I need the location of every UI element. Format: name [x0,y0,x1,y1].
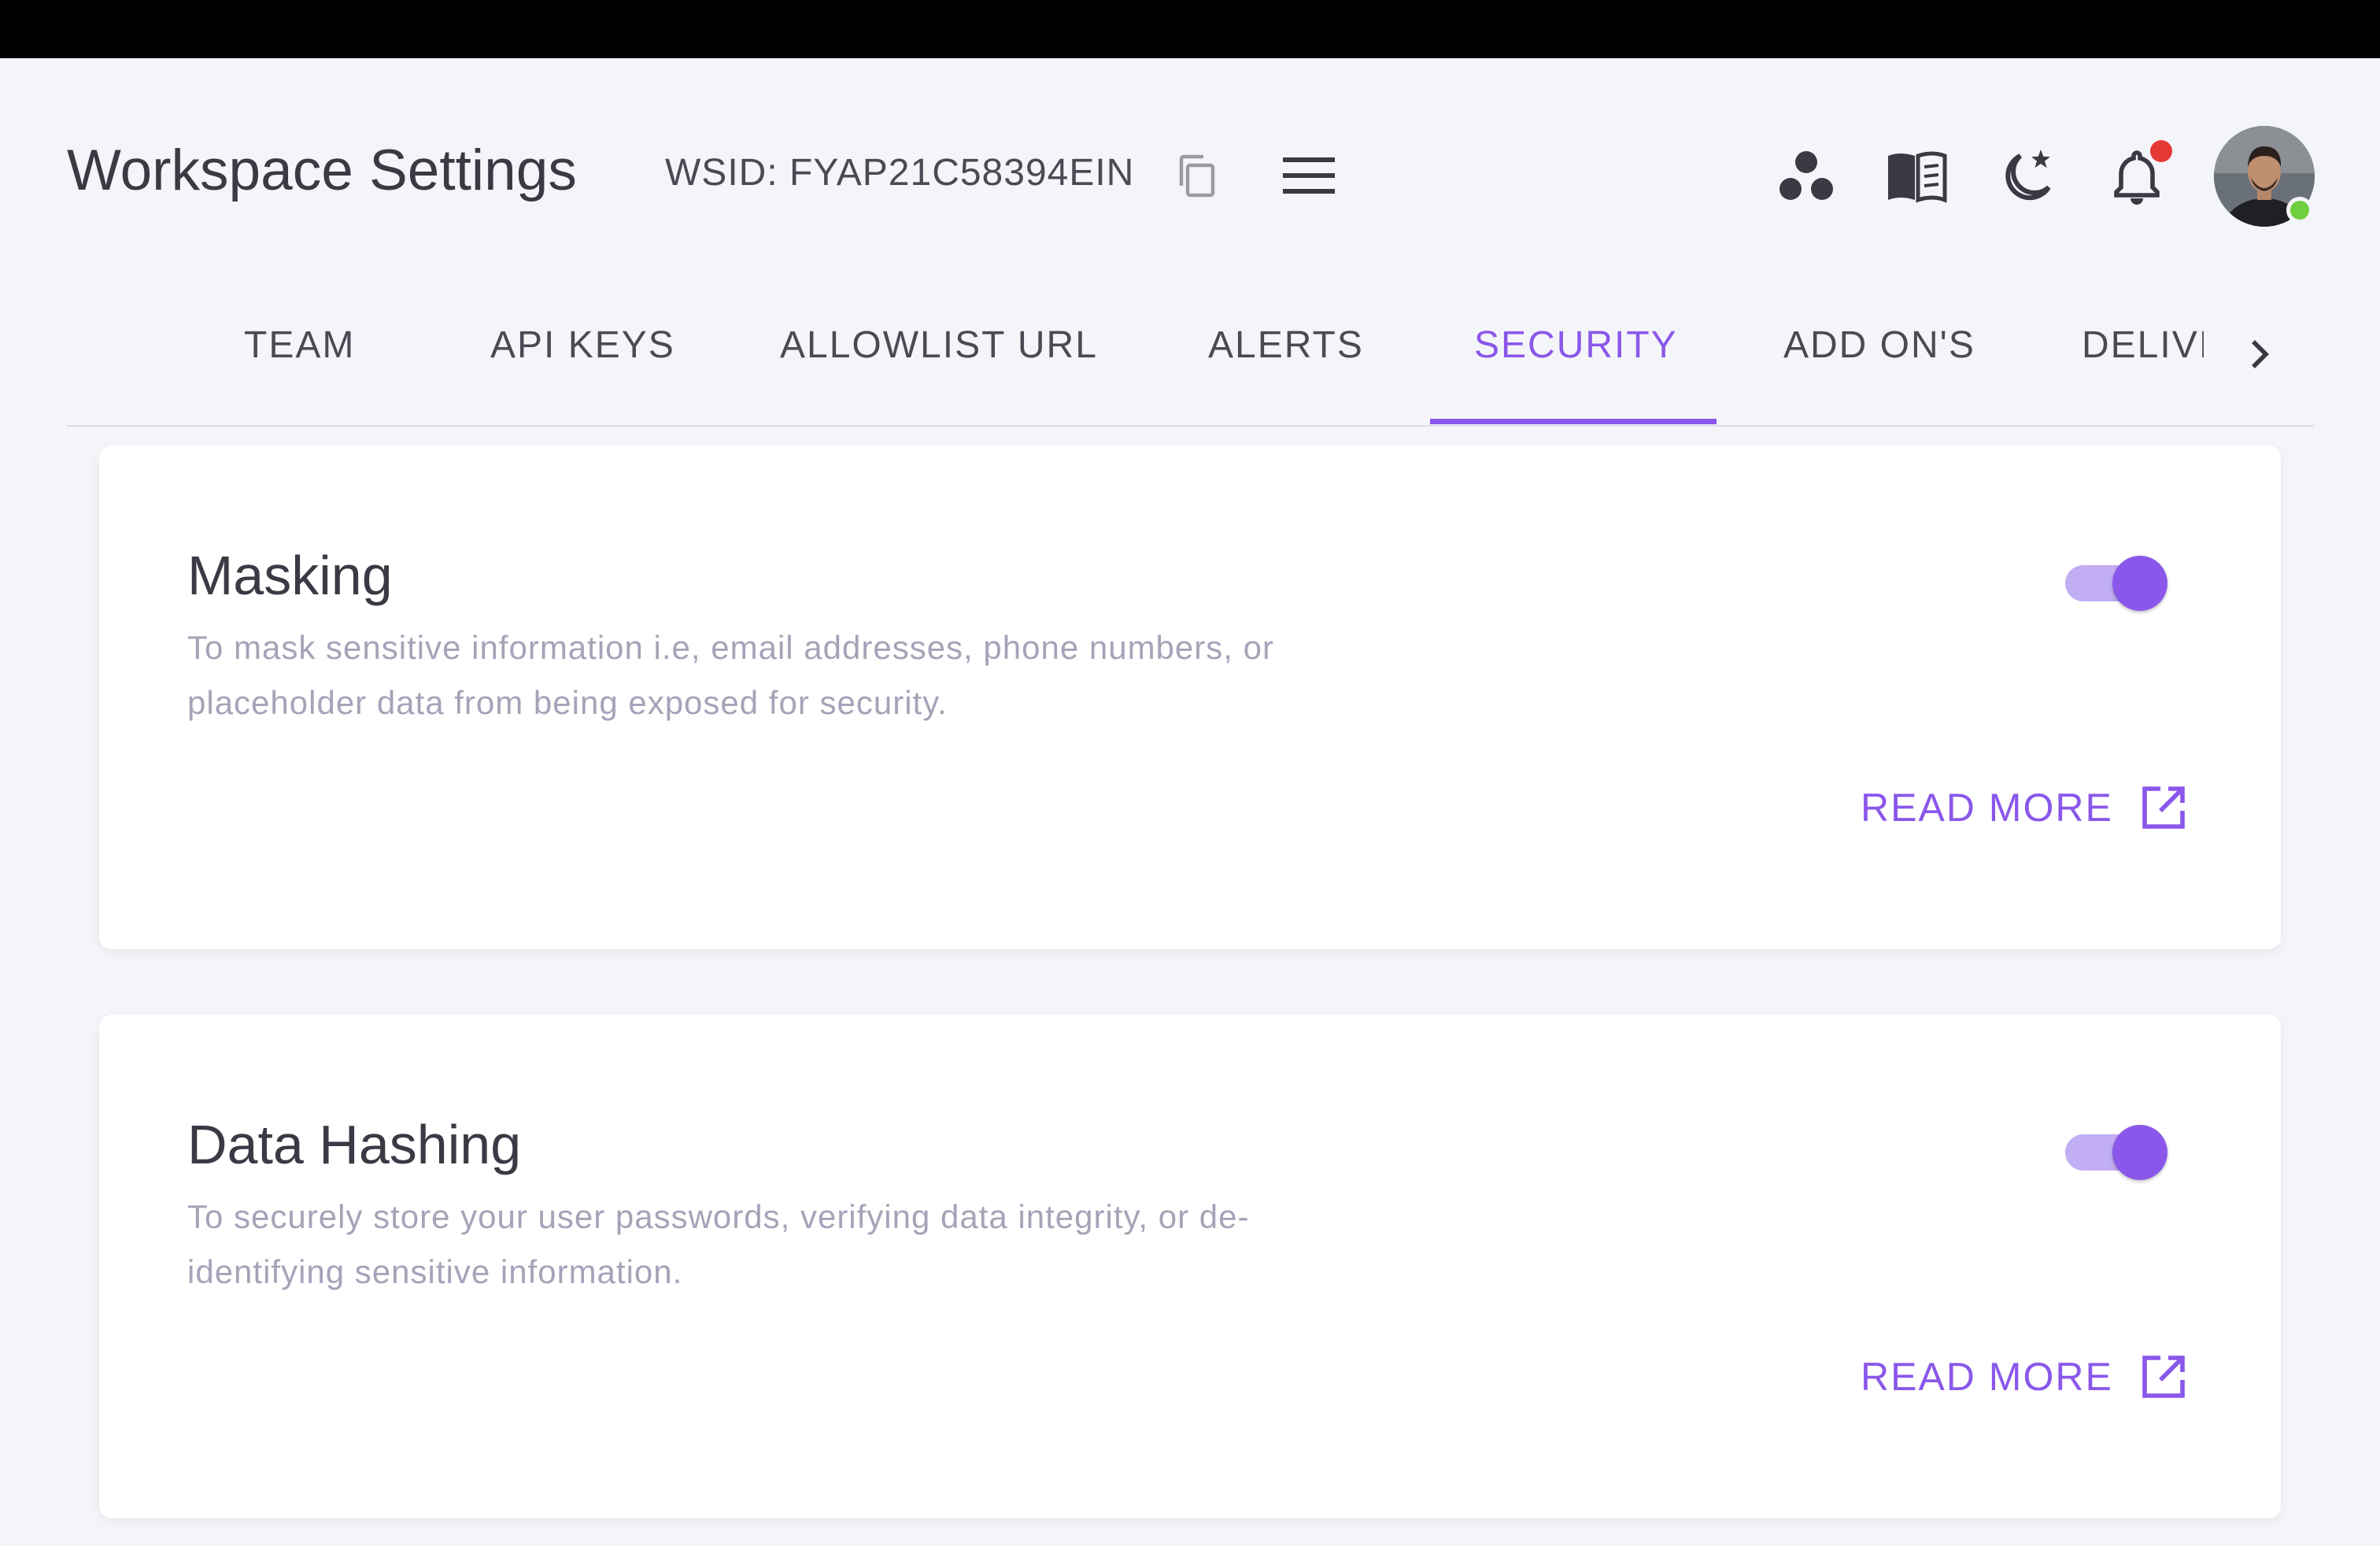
apps-dots-icon[interactable] [1775,146,1838,206]
data-hashing-card: Data Hashing To securely store your user… [99,1015,2281,1518]
read-more-label: READ MORE [1861,786,2113,830]
page-title: Workspace Settings [67,139,577,202]
window-top-bar [0,0,2380,58]
settings-tabs [67,299,2314,427]
tab-deliveries[interactable]: DELIVI [2082,327,2204,364]
masking-read-more-link[interactable]: READ MORE [1861,784,2187,831]
copy-icon[interactable] [1177,154,1218,198]
online-status-indicator [2286,197,2313,224]
read-more-label: READ MORE [1861,1355,2113,1399]
notification-badge [2150,140,2172,162]
card-title: Masking [187,545,393,606]
tab-security[interactable]: SECURITY [1474,327,1678,364]
chevron-right-icon[interactable] [2239,334,2280,375]
menu-icon[interactable] [1283,156,1335,195]
book-icon[interactable] [1885,146,1948,206]
external-link-icon [2142,1356,2185,1398]
tab-add-ons[interactable]: ADD ON'S [1783,327,1975,364]
tabs-divider [67,425,2314,427]
tab-team[interactable]: TEAM [244,327,355,364]
toggle-thumb [2112,1125,2168,1180]
data-hashing-toggle[interactable] [2065,1125,2168,1180]
card-title: Data Hashing [187,1114,522,1175]
external-link-icon [2142,786,2185,829]
workspace-id: WSID: FYAP21C58394EIN [665,152,1135,194]
tab-allowlist-url[interactable]: ALLOWLIST URL [780,327,1098,364]
masking-toggle[interactable] [2065,556,2168,611]
tab-overflow-clip: DELIVI [2082,315,2204,378]
card-description: To securely store your user passwords, v… [187,1198,1250,1290]
moon-star-icon[interactable] [1995,146,2058,206]
masking-card: Masking To mask sensitive information i.… [99,446,2281,949]
tab-api-keys[interactable]: API KEYS [490,327,675,364]
card-description: To mask sensitive information i.e, email… [187,629,1274,721]
toggle-thumb [2112,556,2168,611]
active-tab-indicator [1430,419,1717,424]
data-hashing-read-more-link[interactable]: READ MORE [1861,1353,2187,1400]
tab-alerts[interactable]: ALERTS [1208,327,1364,364]
